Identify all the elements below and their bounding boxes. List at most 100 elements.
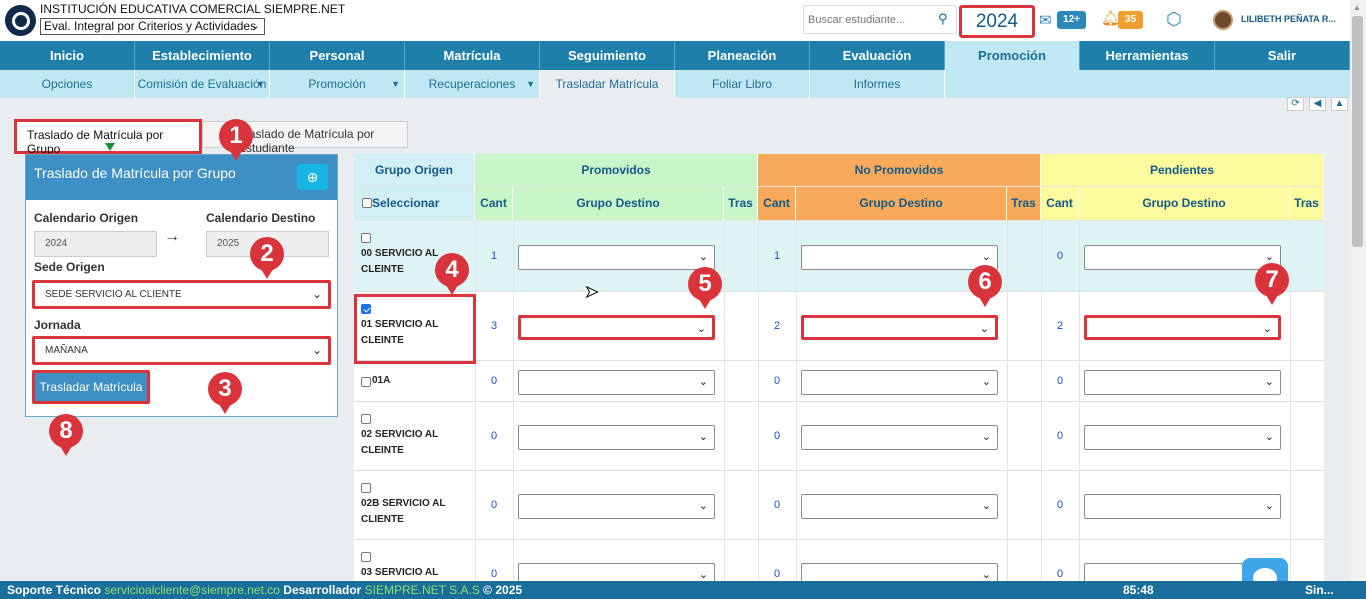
cell-divider [796, 402, 797, 471]
dest-group-select-not-promoted[interactable]: ⌄ [801, 493, 998, 519]
subnav-item-2[interactable]: Promoción ▼ [270, 70, 405, 98]
nav-item-9[interactable]: Salir [1215, 41, 1350, 70]
scroll-up-icon[interactable]: ▲ [1353, 3, 1361, 12]
dest-group-select-not-promoted[interactable]: ⌄ [801, 369, 998, 395]
group-name: 03 SERVICIO AL [361, 567, 439, 578]
cell-divider [1290, 540, 1291, 581]
dest-group-select-promoted[interactable]: ⌄ [518, 562, 715, 581]
annotation-badge-8: 8 [49, 414, 83, 456]
subnav-item-1[interactable]: Comisión de Evaluación ▼ [135, 70, 270, 98]
dest-group-select-not-promoted[interactable]: ⌄ [801, 244, 998, 270]
cell-divider [796, 471, 797, 540]
count-promoted: 3 [490, 319, 498, 332]
cal-dest-label: Calendario Destino [206, 211, 316, 225]
nav-item-1[interactable]: Establecimiento [135, 41, 270, 70]
app-root: INSTITUCIÓN EDUCATIVA COMERCIAL SIEMPRE.… [0, 0, 1366, 599]
mail-icon[interactable]: ✉ [1039, 11, 1052, 29]
nav-item-4[interactable]: Seguimiento [540, 41, 675, 70]
nav-item-6[interactable]: Evaluación [810, 41, 945, 70]
cube-icon[interactable]: ⬡ [1166, 9, 1182, 30]
globe-button[interactable]: ⊕ [297, 164, 328, 190]
dest-group-select-not-promoted[interactable]: ⌄ [801, 314, 998, 340]
user-name[interactable]: LILIBETH PEÑATA R... [1241, 14, 1336, 24]
back-icon[interactable]: ◀ [1309, 97, 1326, 111]
module-select[interactable]: Eval. Integral por Criterios y Actividad… [40, 18, 265, 35]
select-all-checkbox[interactable] [362, 198, 372, 208]
jornada-select[interactable]: MAÑANA ⌄ [32, 336, 331, 365]
nav-item-0[interactable]: Inicio [0, 41, 135, 70]
search-icon[interactable]: ⚲ [938, 11, 948, 27]
cell-divider [796, 292, 797, 361]
dev-label: Desarrollador [283, 583, 362, 597]
nav-item-3[interactable]: Matrícula [405, 41, 540, 70]
chevron-down-icon: ⌄ [1264, 499, 1274, 512]
alerts-badge[interactable]: 35 [1118, 11, 1143, 29]
search-input[interactable] [803, 5, 957, 34]
dest-group-select-promoted[interactable]: ⌄ [518, 493, 715, 519]
logo-icon[interactable] [5, 5, 36, 36]
row-checkbox[interactable] [361, 552, 371, 562]
count-pending: 0 [1056, 249, 1064, 262]
copyright: © 2025 [483, 583, 523, 597]
messages-badge[interactable]: 12+ [1057, 11, 1086, 29]
sede-label: Sede Origen [34, 260, 105, 274]
subnav-item-0[interactable]: Opciones [0, 70, 135, 98]
count-pending: 0 [1056, 567, 1064, 580]
row-checkbox[interactable] [361, 233, 371, 243]
dest-group-select-promoted[interactable]: ⌄ [518, 369, 715, 395]
dest-group-select-promoted[interactable]: ⌄ [518, 314, 715, 340]
subnav-item-6[interactable]: Informes [810, 70, 945, 98]
year-display[interactable]: 2024 [959, 5, 1035, 38]
cell-divider [513, 402, 514, 471]
dest-group-select-not-promoted[interactable]: ⌄ [801, 424, 998, 450]
dest-group-select-pending[interactable]: ⌄ [1084, 493, 1281, 519]
top-header: INSTITUCIÓN EDUCATIVA COMERCIAL SIEMPRE.… [0, 0, 1350, 41]
dest-group-select-promoted[interactable]: ⌄ [518, 424, 715, 450]
dev-company[interactable]: SIEMPRE.NET S.A.S [365, 583, 480, 597]
footer: Soporte Técnico servicioalcliente@siempr… [0, 581, 1366, 599]
cell-divider [1079, 540, 1080, 581]
tab-group-transfer-label: Traslado de Matrícula por Grupo [27, 128, 164, 156]
dest-group-select-pending[interactable]: ⌄ [1084, 314, 1281, 340]
nav-item-5[interactable]: Planeación [675, 41, 810, 70]
active-tab-indicator [105, 143, 115, 151]
dest-group-select-promoted[interactable]: ⌄ [518, 244, 715, 270]
support-email[interactable]: servicioalcliente@siempre.net.co [104, 583, 280, 597]
subnav-label: Opciones [41, 77, 93, 91]
up-icon[interactable]: ▲ [1331, 97, 1348, 111]
header-tras: Tras [1007, 187, 1041, 221]
annotation-badge-1: 1 [219, 119, 253, 161]
cell-divider [1007, 471, 1008, 540]
chevron-down-icon: ⌄ [698, 568, 708, 581]
nav-item-2[interactable]: Personal [270, 41, 405, 70]
subnav-item-5[interactable]: Foliar Libro [675, 70, 810, 98]
transfer-table: Grupo Origen Promovidos No Promovidos Pendi… [354, 154, 1324, 581]
chevron-down-icon: ⌄ [981, 430, 991, 443]
group-name: 01A [372, 375, 391, 386]
subnav-item-3[interactable]: Recuperaciones ▼ [405, 70, 540, 98]
header-cant: Cant [758, 187, 796, 221]
subnav-item-4[interactable]: Trasladar Matrícula [540, 70, 675, 98]
chevron-down-icon: ⌄ [1262, 322, 1272, 335]
cell-divider [1290, 402, 1291, 471]
transfer-button[interactable]: Trasladar Matrícula [32, 370, 150, 404]
dest-group-select-pending[interactable]: ⌄ [1084, 244, 1281, 270]
sede-select[interactable]: SEDE SERVICIO AL CLIENTE ⌄ [32, 280, 331, 309]
count-not-promoted: 0 [773, 498, 781, 511]
row-checkbox[interactable] [361, 377, 371, 387]
chevron-down-icon: ⌄ [250, 20, 260, 32]
tab-group-transfer[interactable]: Traslado de Matrícula por Grupo [14, 119, 202, 156]
dest-group-select-not-promoted[interactable]: ⌄ [801, 562, 998, 581]
dest-group-select-pending[interactable]: ⌄ [1084, 369, 1281, 395]
nav-item-8[interactable]: Herramientas [1080, 41, 1215, 70]
cal-origin-field: 2024 [34, 231, 157, 257]
row-checkbox[interactable] [361, 414, 371, 424]
highlight-selected-group [354, 294, 476, 364]
nav-item-7[interactable]: Promoción [945, 41, 1080, 70]
row-checkbox[interactable] [361, 483, 371, 493]
header-select-all[interactable]: Seleccionar Todos [354, 187, 475, 242]
scrollbar-thumb[interactable] [1352, 16, 1363, 247]
refresh-icon[interactable]: ⟳ [1287, 97, 1304, 111]
avatar[interactable] [1213, 10, 1233, 30]
dest-group-select-pending[interactable]: ⌄ [1084, 424, 1281, 450]
